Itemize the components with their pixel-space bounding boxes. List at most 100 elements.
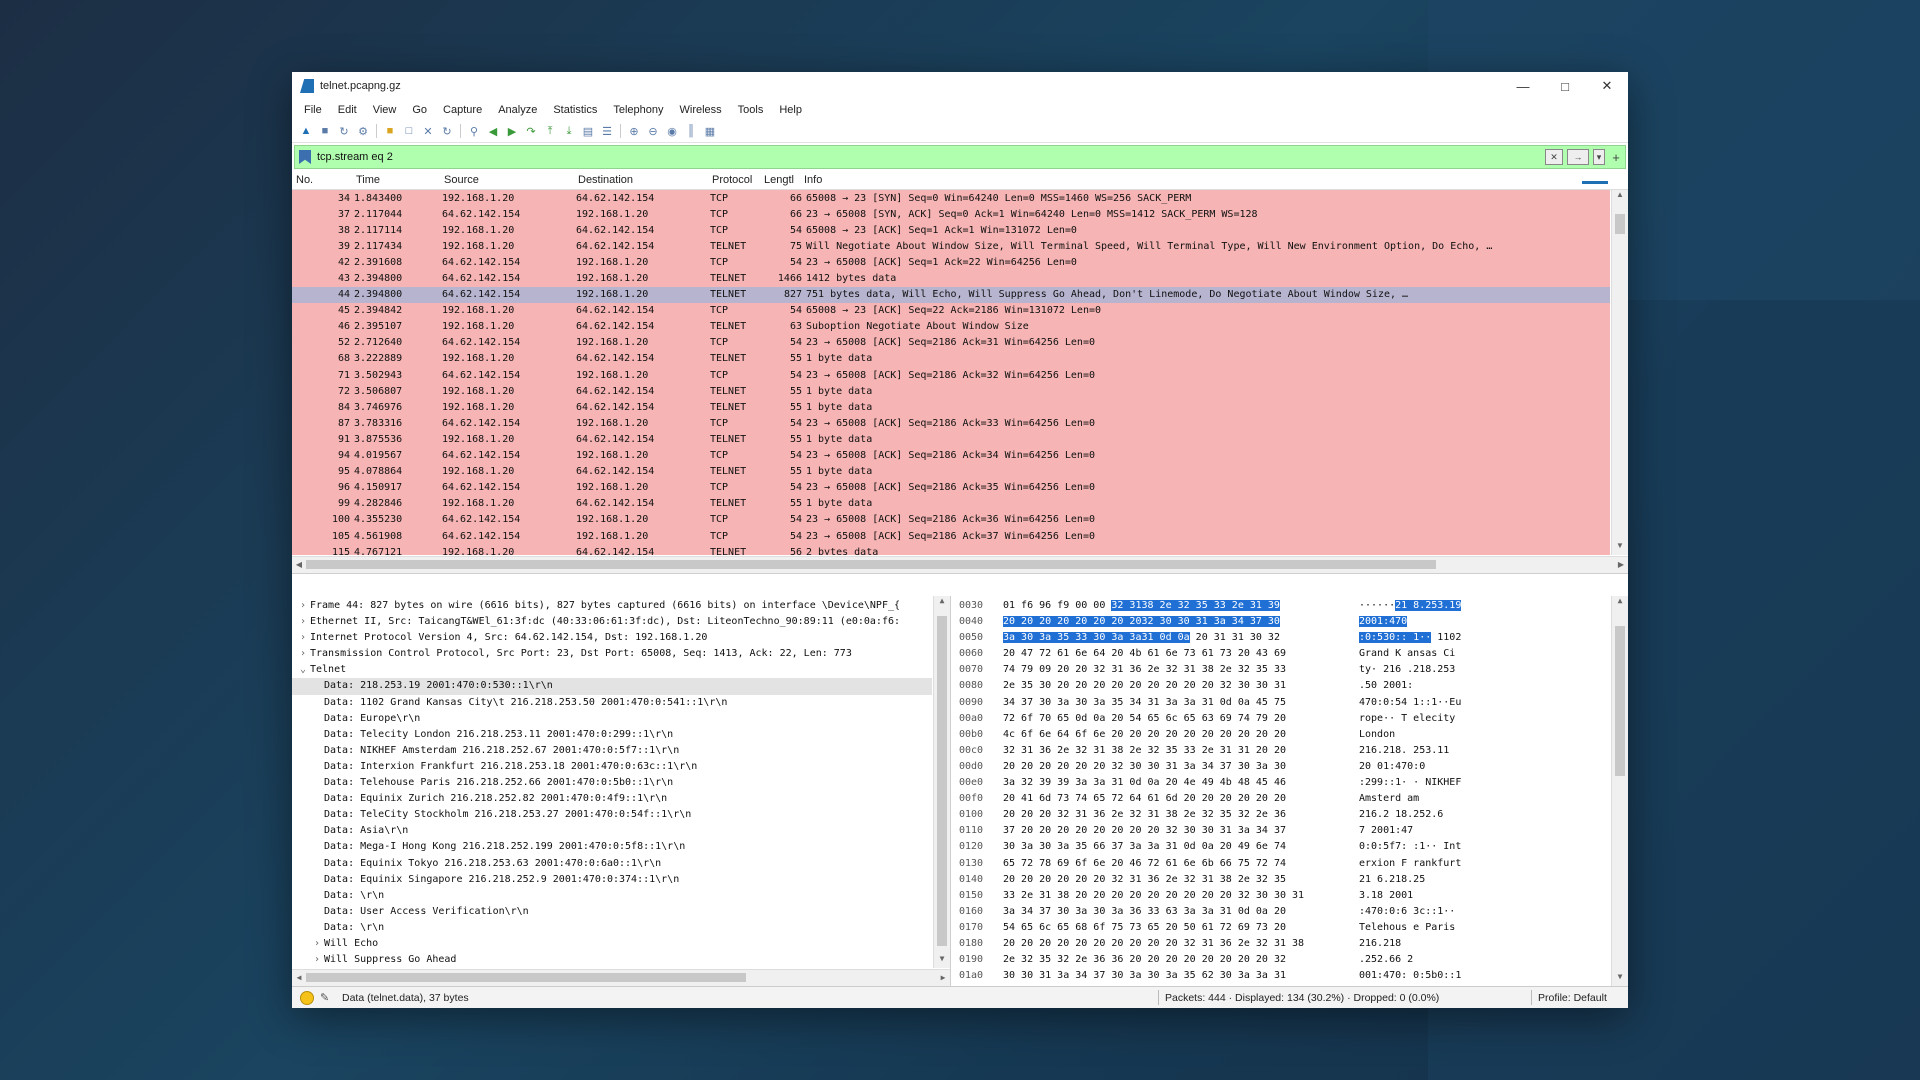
detail-tree-item[interactable]: › Frame 44: 827 bytes on wire (6616 bits)… bbox=[292, 598, 932, 614]
menu-tools[interactable]: Tools bbox=[730, 104, 772, 116]
packet-row[interactable]: 37 2.117044 64.62.142.154 192.168.1.20 TCP 66… bbox=[292, 206, 1610, 222]
expand-arrow-icon[interactable]: › bbox=[310, 936, 324, 952]
scroll-down-icon[interactable]: ▼ bbox=[1612, 972, 1628, 986]
hex-row[interactable]: 0080 2e 35 30 20 20 20 20 20 20 20 20 20 … bbox=[951, 678, 1628, 694]
hex-row[interactable]: 0070 74 79 09 20 20 32 31 36 2e 32 31 38 … bbox=[951, 662, 1628, 678]
filter-bookmark-icon[interactable] bbox=[299, 150, 311, 164]
zoom-reset-icon[interactable]: ◉ bbox=[664, 123, 680, 139]
hex-row[interactable]: 00f0 20 41 6d 73 74 65 72 64 61 6d 20 20 … bbox=[951, 791, 1628, 807]
hex-row[interactable]: 0180 20 20 20 20 20 20 20 20 20 20 32 31 … bbox=[951, 936, 1628, 952]
go-first-icon[interactable]: ⤒ bbox=[542, 123, 558, 139]
zoom-out-icon[interactable]: ⊖ bbox=[645, 123, 661, 139]
expand-arrow-icon[interactable]: › bbox=[296, 630, 310, 646]
hex-row[interactable]: 00e0 3a 32 39 39 3a 3a 31 0d 0a 20 4e 49 … bbox=[951, 775, 1628, 791]
scroll-down-icon[interactable]: ▼ bbox=[1612, 541, 1628, 555]
column-header-info[interactable]: Info bbox=[804, 174, 1628, 186]
packet-row[interactable]: 42 2.391608 64.62.142.154 192.168.1.20 TCP 54… bbox=[292, 254, 1610, 270]
resize-columns-icon[interactable]: ║ bbox=[683, 123, 699, 139]
autoscroll-icon[interactable]: ▤ bbox=[580, 123, 596, 139]
detail-tree-item[interactable]: › Will Echo bbox=[292, 936, 932, 952]
hex-row[interactable]: 0190 2e 32 35 32 2e 36 36 20 20 20 20 20 … bbox=[951, 952, 1628, 968]
clear-filter-icon[interactable]: ✕ bbox=[1545, 149, 1563, 165]
packet-row[interactable]: 52 2.712640 64.62.142.154 192.168.1.20 TCP 54… bbox=[292, 335, 1610, 351]
detail-tree-item[interactable]: › Ethernet II, Src: TaicangT&WEl_61:3f:dc… bbox=[292, 614, 932, 630]
capture-options-icon[interactable]: ⚙ bbox=[355, 123, 371, 139]
column-header-source[interactable]: Source bbox=[444, 174, 578, 186]
packet-row[interactable]: 44 2.394800 64.62.142.154 192.168.1.20 TELNE… bbox=[292, 286, 1610, 303]
go-forward-icon[interactable]: ▶ bbox=[504, 123, 520, 139]
expand-arrow-icon[interactable]: › bbox=[310, 952, 324, 968]
save-file-icon[interactable]: □ bbox=[401, 123, 417, 139]
detail-tree-item[interactable]: Data: 1102 Grand Kansas City\t 216.218.2… bbox=[292, 695, 932, 711]
colorize-icon[interactable]: ☰ bbox=[599, 123, 615, 139]
hex-row[interactable]: 0060 20 47 72 61 6e 64 20 4b 61 6e 73 61 … bbox=[951, 646, 1628, 662]
hex-row[interactable]: 0050 3a 30 3a 35 33 30 3a 3a31 0d 0a 20 3… bbox=[951, 630, 1628, 646]
packet-row[interactable]: 99 4.282846 192.168.1.20 64.62.142.154 TELNE… bbox=[292, 496, 1610, 512]
hex-row[interactable]: 00d0 20 20 20 20 20 20 32 30 30 31 3a 34 … bbox=[951, 759, 1628, 775]
packet-row[interactable]: 94 4.019567 64.62.142.154 192.168.1.20 TCP 54… bbox=[292, 448, 1610, 464]
detail-tree-item[interactable]: Data: Telecity London 216.218.253.11 200… bbox=[292, 727, 932, 743]
menu-go[interactable]: Go bbox=[404, 104, 435, 116]
detail-tree-item[interactable]: Data: \r\n bbox=[292, 920, 932, 936]
detail-tree-item[interactable]: ⌄ Telnet bbox=[292, 662, 932, 678]
packet-row[interactable]: 100 4.355230 64.62.142.154 192.168.1.20 TCP 5… bbox=[292, 512, 1610, 528]
column-header-no[interactable]: No. bbox=[292, 174, 356, 186]
expand-arrow-icon[interactable]: › bbox=[296, 614, 310, 630]
apply-filter-icon[interactable]: → bbox=[1567, 149, 1589, 165]
packet-row[interactable]: 39 2.117434 192.168.1.20 64.62.142.154 TELNE… bbox=[292, 238, 1610, 254]
expand-arrow-icon[interactable]: › bbox=[296, 598, 310, 614]
packet-row[interactable]: 95 4.078864 192.168.1.20 64.62.142.154 TELNE… bbox=[292, 464, 1610, 480]
menu-edit[interactable]: Edit bbox=[330, 104, 365, 116]
zoom-in-icon[interactable]: ⊕ bbox=[626, 123, 642, 139]
packet-row[interactable]: 45 2.394842 192.168.1.20 64.62.142.154 TCP 54… bbox=[292, 303, 1610, 319]
layout-icon[interactable]: ▦ bbox=[702, 123, 718, 139]
close-file-icon[interactable]: ✕ bbox=[420, 123, 436, 139]
detail-tree-item[interactable]: Data: Mega-I Hong Kong 216.218.252.199 2… bbox=[292, 839, 932, 855]
scroll-thumb[interactable] bbox=[937, 616, 947, 946]
stop-capture-icon[interactable]: ■ bbox=[317, 123, 333, 139]
menu-telephony[interactable]: Telephony bbox=[605, 104, 671, 116]
scroll-up-icon[interactable]: ▲ bbox=[1612, 190, 1628, 204]
hex-row[interactable]: 0040 20 20 20 20 20 20 20 2032 30 30 31 3… bbox=[951, 614, 1628, 630]
restart-capture-icon[interactable]: ↻ bbox=[336, 123, 352, 139]
packet-row[interactable]: 71 3.502943 64.62.142.154 192.168.1.20 TCP 54… bbox=[292, 367, 1610, 383]
menu-file[interactable]: File bbox=[296, 104, 330, 116]
reload-file-icon[interactable]: ↻ bbox=[439, 123, 455, 139]
packet-row[interactable]: 72 3.506807 192.168.1.20 64.62.142.154 TELNE… bbox=[292, 383, 1610, 399]
menu-capture[interactable]: Capture bbox=[435, 104, 490, 116]
scroll-up-icon[interactable]: ▲ bbox=[1612, 596, 1628, 610]
detail-tree-item[interactable]: › Internet Protocol Version 4, Src: 64.62… bbox=[292, 630, 932, 646]
expand-arrow-icon[interactable]: › bbox=[296, 646, 310, 662]
packet-row[interactable]: 96 4.150917 64.62.142.154 192.168.1.20 TCP 54… bbox=[292, 480, 1610, 496]
hex-row[interactable]: 0120 30 3a 30 3a 35 66 37 3a 3a 31 0d 0a … bbox=[951, 839, 1628, 855]
add-filter-button-icon[interactable]: + bbox=[1607, 150, 1625, 165]
packet-row[interactable]: 87 3.783316 64.62.142.154 192.168.1.20 TCP 54… bbox=[292, 415, 1610, 431]
display-filter-input[interactable] bbox=[315, 150, 1543, 164]
hex-row[interactable]: 0100 20 20 20 32 31 36 2e 32 31 38 2e 32 … bbox=[951, 807, 1628, 823]
bytes-vertical-scrollbar[interactable]: ▲ ▼ bbox=[1611, 596, 1628, 986]
detail-tree-item[interactable]: Data: Interxion Frankfurt 216.218.253.18… bbox=[292, 759, 932, 775]
menu-view[interactable]: View bbox=[365, 104, 405, 116]
scroll-thumb[interactable] bbox=[306, 973, 746, 982]
scroll-right-icon[interactable]: ▶ bbox=[1614, 557, 1628, 573]
detail-tree-item[interactable]: Data: Telehouse Paris 216.218.252.66 200… bbox=[292, 775, 932, 791]
profile-selector[interactable]: Profile: Default bbox=[1538, 992, 1628, 1004]
menu-help[interactable]: Help bbox=[771, 104, 810, 116]
packet-row[interactable]: 115 4.767121 192.168.1.20 64.62.142.154 TELN… bbox=[292, 544, 1610, 555]
detail-tree-item[interactable]: Data: Equinix Singapore 216.218.252.9 20… bbox=[292, 872, 932, 888]
hex-row[interactable]: 0090 34 37 30 3a 30 3a 35 34 31 3a 3a 31 … bbox=[951, 695, 1628, 711]
hex-row[interactable]: 0160 3a 34 37 30 3a 30 3a 36 33 63 3a 3a … bbox=[951, 904, 1628, 920]
open-file-icon[interactable]: ■ bbox=[382, 123, 398, 139]
detail-tree-item[interactable]: › Transmission Control Protocol, Src Port… bbox=[292, 646, 932, 662]
scroll-thumb[interactable] bbox=[1615, 626, 1625, 776]
edit-comment-icon[interactable]: ✎ bbox=[320, 991, 334, 1004]
hex-row[interactable]: 0130 65 72 78 69 6f 6e 20 46 72 61 6e 6b … bbox=[951, 856, 1628, 872]
packet-row[interactable]: 68 3.222889 192.168.1.20 64.62.142.154 TELNE… bbox=[292, 351, 1610, 367]
details-horizontal-scrollbar[interactable]: ◀ ▶ bbox=[292, 969, 950, 986]
detail-tree-item[interactable]: Data: Asia\r\n bbox=[292, 823, 932, 839]
filter-history-dropdown-icon[interactable]: ▾ bbox=[1593, 149, 1605, 165]
hex-row[interactable]: 0150 33 2e 31 38 20 20 20 20 20 20 20 20 … bbox=[951, 888, 1628, 904]
menu-analyze[interactable]: Analyze bbox=[490, 104, 545, 116]
start-capture-icon[interactable]: ▲ bbox=[298, 123, 314, 139]
detail-tree-item[interactable]: Data: TeleCity Stockholm 216.218.253.27 … bbox=[292, 807, 932, 823]
